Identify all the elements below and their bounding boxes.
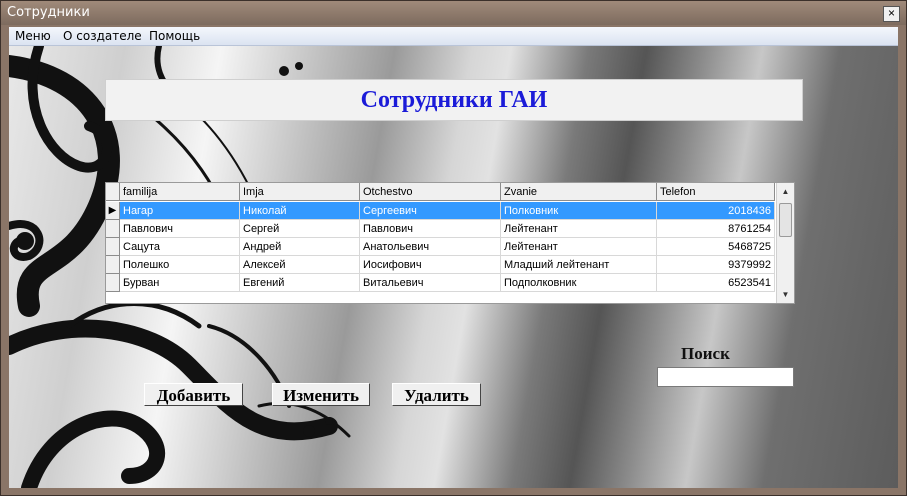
cell-telefon[interactable]: 8761254 (657, 220, 775, 238)
cell-otchestvo[interactable]: Иосифович (360, 256, 501, 274)
scroll-thumb[interactable] (779, 203, 792, 237)
cell-imja[interactable]: Андрей (240, 238, 360, 256)
client-area: Сотрудники ГАИ familija Imja Otchestvo Z… (9, 46, 898, 488)
page-title: Сотрудники ГАИ (360, 87, 548, 113)
cell-zvanie[interactable]: Лейтенант (501, 238, 657, 256)
table-row[interactable]: Полешко Алексей Иосифович Младший лейтен… (106, 256, 775, 274)
scroll-down-arrow-icon[interactable]: ▼ (777, 286, 794, 303)
column-header-telefon[interactable]: Telefon (657, 183, 775, 201)
column-header-familija[interactable]: familija (120, 183, 240, 201)
cell-zvanie[interactable]: Лейтенант (501, 220, 657, 238)
vertical-scrollbar[interactable]: ▲ ▼ (776, 183, 794, 303)
delete-button[interactable]: Удалить (392, 383, 481, 406)
row-pointer-icon: ▶ (106, 202, 120, 220)
cell-imja[interactable]: Алексей (240, 256, 360, 274)
column-header-imja[interactable]: Imja (240, 183, 360, 201)
cell-zvanie[interactable]: Полковник (501, 202, 657, 220)
employees-grid[interactable]: familija Imja Otchestvo Zvanie Telefon ▶… (105, 182, 795, 304)
table-row[interactable]: ▶ Нагар Николай Сергеевич Полковник 2018… (106, 202, 775, 220)
cell-telefon[interactable]: 6523541 (657, 274, 775, 292)
column-header-otchestvo[interactable]: Otchestvo (360, 183, 501, 201)
cell-otchestvo[interactable]: Сергеевич (360, 202, 501, 220)
menu-item-about[interactable]: О создателе (63, 29, 142, 43)
menu-item-menu[interactable]: Меню (15, 29, 51, 43)
window-title: Сотрудники (7, 5, 90, 20)
cell-imja[interactable]: Евгений (240, 274, 360, 292)
cell-telefon[interactable]: 5468725 (657, 238, 775, 256)
row-header[interactable] (106, 274, 120, 292)
cell-telefon[interactable]: 2018436 (657, 202, 775, 220)
cell-imja[interactable]: Сергей (240, 220, 360, 238)
menu-item-help[interactable]: Помощь (149, 29, 200, 43)
menu-bar: Меню О создателе Помощь (9, 27, 898, 46)
cell-otchestvo[interactable]: Витальевич (360, 274, 501, 292)
row-header[interactable] (106, 238, 120, 256)
cell-zvanie[interactable]: Младший лейтенант (501, 256, 657, 274)
scroll-up-arrow-icon[interactable]: ▲ (777, 183, 794, 200)
column-header-zvanie[interactable]: Zvanie (501, 183, 657, 201)
cell-telefon[interactable]: 9379992 (657, 256, 775, 274)
row-header[interactable] (106, 256, 120, 274)
add-button[interactable]: Добавить (144, 383, 243, 406)
header-panel: Сотрудники ГАИ (105, 79, 803, 121)
cell-familija[interactable]: Полешко (120, 256, 240, 274)
cell-otchestvo[interactable]: Павлович (360, 220, 501, 238)
search-label: Поиск (681, 344, 730, 363)
close-icon[interactable]: × (883, 6, 900, 22)
cell-familija[interactable]: Бурван (120, 274, 240, 292)
main-window: Сотрудники × Меню О создателе Помощь Сот… (0, 0, 907, 496)
title-bar[interactable]: Сотрудники × (1, 1, 906, 25)
cell-familija[interactable]: Сацута (120, 238, 240, 256)
cell-familija[interactable]: Нагар (120, 202, 240, 220)
cell-familija[interactable]: Павлович (120, 220, 240, 238)
grid-corner-cell (106, 183, 120, 201)
grid-header: familija Imja Otchestvo Zvanie Telefon (106, 183, 775, 201)
edit-button[interactable]: Изменить (272, 383, 370, 406)
table-row[interactable]: Сацута Андрей Анатольевич Лейтенант 5468… (106, 238, 775, 256)
search-input[interactable] (657, 367, 794, 387)
table-row[interactable]: Бурван Евгений Витальевич Подполковник 6… (106, 274, 775, 292)
table-row[interactable]: Павлович Сергей Павлович Лейтенант 87612… (106, 220, 775, 238)
cell-otchestvo[interactable]: Анатольевич (360, 238, 501, 256)
row-header[interactable] (106, 220, 120, 238)
cell-zvanie[interactable]: Подполковник (501, 274, 657, 292)
cell-imja[interactable]: Николай (240, 202, 360, 220)
